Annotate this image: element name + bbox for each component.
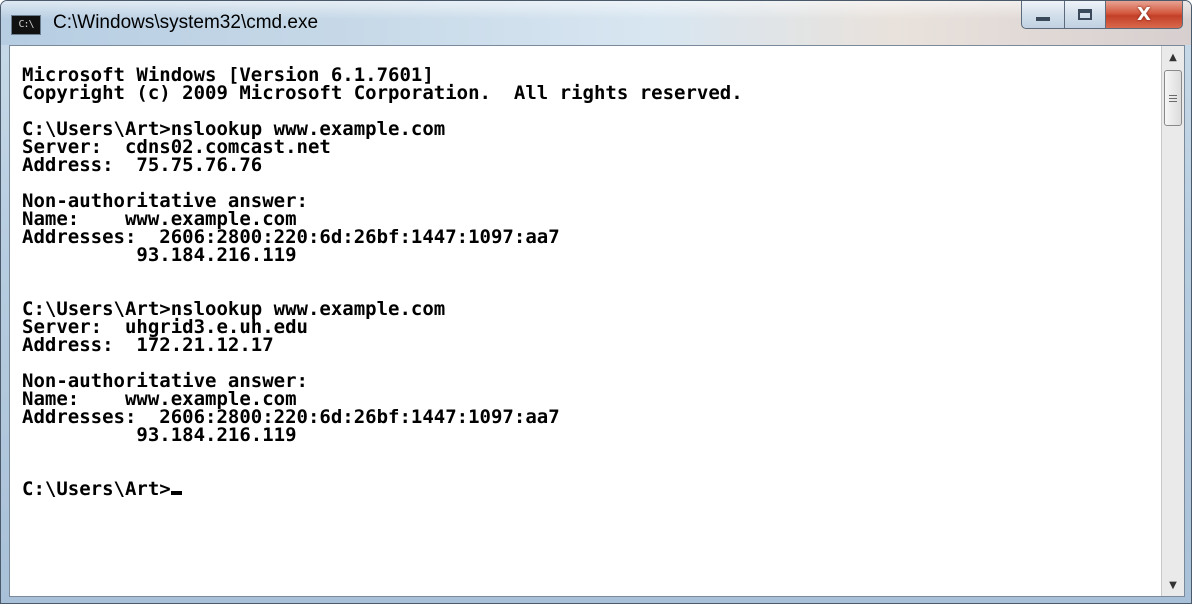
thumb-grip-icon bbox=[1169, 94, 1177, 102]
minimize-icon bbox=[1036, 16, 1050, 21]
text-cursor bbox=[170, 491, 182, 495]
close-icon: X bbox=[1137, 3, 1151, 25]
scrollbar-thumb[interactable] bbox=[1164, 70, 1182, 126]
console-output[interactable]: Microsoft Windows [Version 6.1.7601] Copy… bbox=[22, 66, 1158, 596]
console-line: Address: 75.75.76.76 bbox=[22, 154, 263, 176]
console-line: 93.184.216.119 bbox=[22, 244, 297, 266]
console-line: Address: 172.21.12.17 bbox=[22, 334, 274, 356]
cmd-window: C:\ C:\Windows\system32\cmd.exe X Micros… bbox=[0, 0, 1192, 604]
scroll-up-arrow-icon[interactable]: ▲ bbox=[1162, 46, 1184, 68]
console-area[interactable]: Microsoft Windows [Version 6.1.7601] Copy… bbox=[9, 45, 1185, 597]
console-line: 93.184.216.119 bbox=[22, 424, 297, 446]
close-button[interactable]: X bbox=[1105, 1, 1183, 29]
window-title: C:\Windows\system32\cmd.exe bbox=[53, 12, 319, 33]
cmd-icon[interactable]: C:\ bbox=[11, 15, 41, 35]
vertical-scrollbar[interactable]: ▲ ▼ bbox=[1161, 46, 1184, 596]
minimize-button[interactable] bbox=[1021, 1, 1065, 29]
console-line: Copyright (c) 2009 Microsoft Corporation… bbox=[22, 82, 743, 104]
title-bar[interactable]: C:\ C:\Windows\system32\cmd.exe X bbox=[1, 1, 1191, 45]
maximize-icon bbox=[1078, 9, 1092, 20]
maximize-button[interactable] bbox=[1064, 1, 1106, 29]
scroll-down-arrow-icon[interactable]: ▼ bbox=[1162, 574, 1184, 596]
console-line: C:\Users\Art> bbox=[22, 478, 171, 500]
